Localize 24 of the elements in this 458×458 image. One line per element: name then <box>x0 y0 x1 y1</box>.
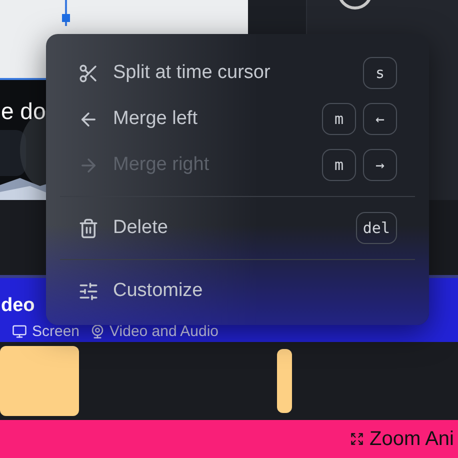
menu-item[interactable]: Delete del <box>46 205 429 251</box>
shortcut-key: → <box>363 149 397 181</box>
clip[interactable] <box>277 349 292 413</box>
sliders-icon <box>78 280 99 302</box>
expand-icon <box>350 432 364 446</box>
monitor-icon <box>12 324 27 339</box>
zoom-track[interactable]: Zoom Ani <box>0 420 458 458</box>
shortcut-key: s <box>363 57 397 89</box>
video-caption: e do <box>1 98 46 125</box>
shortcut-key: m <box>322 103 356 135</box>
shortcut-key: del <box>356 212 397 244</box>
track-title: deo <box>1 295 36 317</box>
menu-item[interactable]: Merge left m ← <box>46 96 429 142</box>
tag-label: Screen <box>32 323 80 340</box>
menu-item[interactable]: Split at time cursor s <box>46 50 429 96</box>
clip[interactable] <box>0 346 79 416</box>
tag-label: Video and Audio <box>110 323 219 340</box>
shortcut-key: m <box>322 149 356 181</box>
scissors-icon <box>78 62 99 84</box>
resize-handle-icon[interactable] <box>62 0 70 26</box>
trash-icon <box>78 218 99 238</box>
zoom-label: Zoom Ani <box>370 428 454 450</box>
shortcut-key: ← <box>363 103 397 135</box>
webcam-icon <box>90 324 105 339</box>
